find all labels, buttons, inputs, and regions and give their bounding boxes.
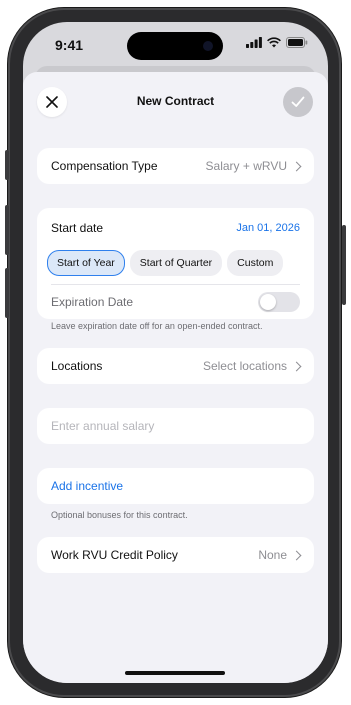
cellular-signal-icon	[246, 37, 262, 48]
wrvu-policy-label: Work RVU Credit Policy	[51, 548, 178, 562]
compensation-type-card[interactable]: Compensation Type Salary + wRVU	[37, 148, 314, 184]
chevron-right-icon	[291, 161, 302, 171]
expiration-date-label: Expiration Date	[51, 295, 134, 309]
power-button	[342, 225, 346, 305]
locations-label: Locations	[51, 359, 103, 373]
preset-custom[interactable]: Custom	[227, 250, 284, 276]
salary-card[interactable]: Enter annual salary	[37, 408, 314, 444]
salary-placeholder: Enter annual salary	[51, 419, 155, 433]
compensation-type-value-text: Salary + wRVU	[205, 159, 287, 173]
preset-start-of-year[interactable]: Start of Year	[47, 250, 125, 276]
dynamic-island	[127, 32, 223, 60]
chevron-right-icon	[291, 550, 302, 560]
camera-icon	[203, 41, 213, 51]
status-icons	[246, 37, 308, 48]
battery-icon	[286, 37, 308, 48]
home-indicator	[125, 671, 225, 675]
screen: 9:41 New Contract Compensation Type Sala…	[23, 22, 328, 683]
add-incentive-button[interactable]: Add incentive	[51, 479, 123, 493]
expiration-date-toggle[interactable]	[258, 292, 300, 312]
locations-card[interactable]: Locations Select locations	[37, 348, 314, 384]
salary-input[interactable]: Enter annual salary	[37, 408, 314, 444]
add-incentive-row[interactable]: Add incentive	[37, 468, 314, 504]
start-date-value[interactable]: Jan 01, 2026	[236, 222, 300, 234]
expiration-date-row: Expiration Date	[37, 285, 314, 319]
confirm-button[interactable]	[283, 87, 313, 117]
wrvu-policy-value: None	[258, 548, 302, 562]
preset-start-of-quarter[interactable]: Start of Quarter	[129, 250, 223, 276]
checkmark-icon	[291, 96, 305, 107]
status-time: 9:41	[55, 37, 84, 53]
wrvu-policy-row[interactable]: Work RVU Credit Policy None	[37, 537, 314, 573]
wrvu-policy-value-text: None	[258, 548, 287, 562]
compensation-type-label: Compensation Type	[51, 159, 158, 173]
incentive-card[interactable]: Add incentive	[37, 468, 314, 504]
locations-value: Select locations	[202, 359, 302, 373]
locations-value-text: Select locations	[202, 359, 287, 373]
incentive-note: Optional bonuses for this contract.	[51, 510, 188, 520]
start-date-label: Start date	[51, 221, 104, 235]
expiration-note: Leave expiration date off for an open-en…	[51, 321, 263, 331]
new-contract-sheet: New Contract Compensation Type Salary + …	[23, 72, 328, 683]
chevron-right-icon	[291, 361, 302, 371]
action-button	[5, 150, 9, 180]
locations-row[interactable]: Locations Select locations	[37, 348, 314, 384]
volume-down-button	[5, 268, 9, 318]
toggle-knob	[260, 294, 276, 310]
start-date-presets: Start of Year Start of Quarter Custom	[37, 246, 314, 284]
compensation-type-row[interactable]: Compensation Type Salary + wRVU	[37, 148, 314, 184]
volume-up-button	[5, 205, 9, 255]
compensation-type-value: Salary + wRVU	[205, 159, 302, 173]
wifi-icon	[267, 37, 281, 48]
dates-card: Start date Jan 01, 2026 Start of Year St…	[37, 208, 314, 319]
wrvu-policy-card[interactable]: Work RVU Credit Policy None	[37, 537, 314, 573]
start-date-row[interactable]: Start date Jan 01, 2026	[37, 208, 314, 246]
